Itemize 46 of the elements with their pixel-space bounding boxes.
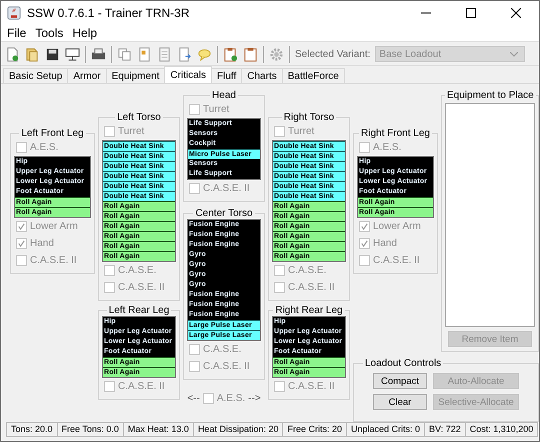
panel-title: Left Rear Leg bbox=[108, 305, 170, 316]
status-field: Unplaced Crits: 0 bbox=[346, 422, 426, 436]
panel-title: Right Torso bbox=[282, 112, 336, 123]
status-field: Free Tons: 0.0 bbox=[56, 422, 124, 436]
status-field: Cost: 1,310,200 bbox=[464, 422, 538, 436]
loadout-button[interactable]: Clear bbox=[373, 394, 427, 410]
menu-item[interactable]: File bbox=[5, 26, 34, 40]
tab[interactable]: Basic Setup bbox=[3, 68, 68, 83]
status-field: Tons: 20.0 bbox=[6, 422, 58, 436]
copy-icon[interactable] bbox=[117, 46, 132, 62]
caret-icon bbox=[510, 52, 518, 56]
new-file-icon[interactable] bbox=[5, 46, 20, 62]
panel-title: Loadout Controls bbox=[364, 358, 442, 369]
tab[interactable]: Criticals bbox=[164, 66, 212, 83]
window-title: SSW 0.7.6.1 - Trainer TRN-3R bbox=[27, 6, 190, 20]
panel-title: Equipment to Place bbox=[446, 90, 535, 101]
variant-label: Selected Variant: bbox=[295, 48, 370, 60]
document-icon[interactable] bbox=[137, 46, 152, 62]
panel-title: Right Front Leg bbox=[360, 128, 431, 139]
tab[interactable]: BattleForce bbox=[282, 68, 345, 83]
status-field: Free Crits: 20 bbox=[282, 422, 347, 436]
folder-icon[interactable] bbox=[25, 46, 40, 62]
arrow-text: <-- bbox=[187, 393, 200, 404]
maximize-icon[interactable] bbox=[466, 8, 476, 18]
menu-item[interactable]: Tools bbox=[33, 26, 70, 40]
panel-title: Right Rear Leg bbox=[274, 305, 344, 316]
print-icon[interactable] bbox=[91, 46, 106, 62]
panel-title: Head bbox=[211, 90, 237, 101]
clipboard-icon[interactable] bbox=[243, 46, 258, 62]
tab[interactable]: Equipment bbox=[106, 68, 166, 83]
monitor-icon[interactable] bbox=[65, 46, 80, 62]
status-field: BV: 722 bbox=[424, 422, 466, 436]
equipment-list[interactable] bbox=[445, 103, 535, 327]
document-icon[interactable] bbox=[157, 46, 172, 62]
panel-title: Left Front Leg bbox=[20, 128, 85, 139]
clipboard-add-icon[interactable] bbox=[223, 46, 238, 62]
menu-item[interactable]: Help bbox=[70, 26, 104, 40]
panel-title: Center Torso bbox=[194, 208, 254, 219]
status-field: Max Heat: 13.0 bbox=[122, 422, 194, 436]
panel-title: Left Torso bbox=[116, 112, 162, 123]
loadout-button[interactable]: Compact bbox=[373, 373, 427, 389]
app-icon bbox=[7, 6, 21, 20]
close-icon[interactable] bbox=[511, 8, 521, 18]
save-icon[interactable] bbox=[45, 46, 60, 62]
status-field: Heat Dissipation: 20 bbox=[192, 422, 284, 436]
arrow-text: --> bbox=[248, 393, 261, 404]
